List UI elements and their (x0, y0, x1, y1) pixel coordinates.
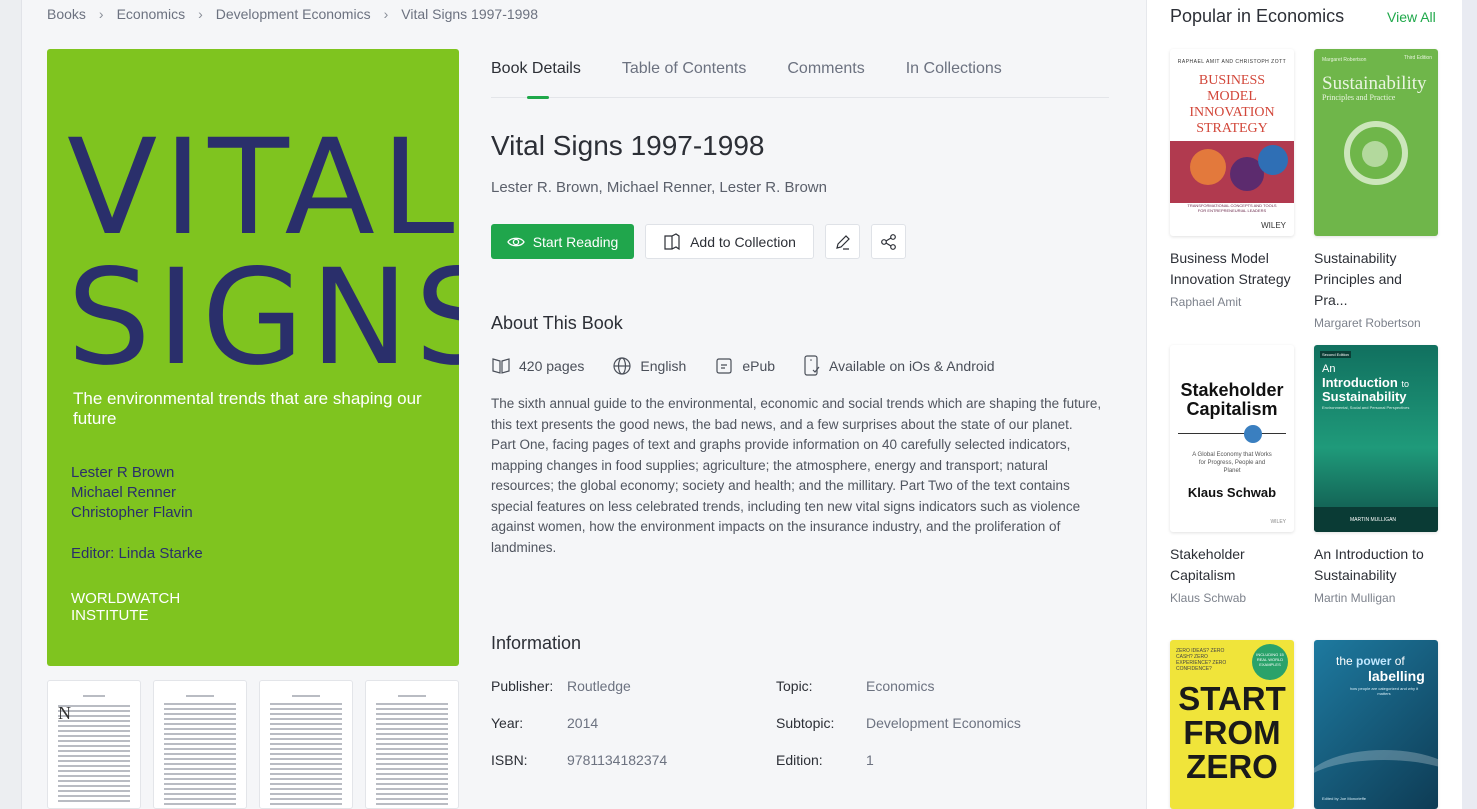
popular-sidebar: Popular in Economics View All RAPHAEL AM… (1146, 0, 1462, 809)
popular-book-title[interactable]: Business Model Innovation Strategy (1170, 248, 1294, 290)
view-all-link[interactable]: View All (1387, 9, 1436, 25)
meta-language: English (612, 356, 686, 376)
start-reading-label: Start Reading (532, 233, 619, 250)
main-content: Books › Economics › Development Economic… (22, 0, 1146, 809)
information-heading: Information (491, 633, 582, 653)
popular-book-intro-sustainability[interactable]: Second Edition An Introduction to Sustai… (1314, 345, 1438, 605)
book-authors: Lester R. Brown, Michael Renner, Lester … (491, 179, 827, 196)
book-actions: Start Reading Add to Collection (491, 224, 906, 259)
breadcrumb-development-economics[interactable]: Development Economics (216, 6, 371, 22)
popular-book-cover[interactable]: Stakeholder Capitalism A Global Economy … (1170, 345, 1294, 532)
edit-button[interactable] (825, 224, 860, 259)
popular-book-title[interactable]: An Introduction to Sustainability (1314, 544, 1438, 586)
meta-pages: 420 pages (491, 357, 584, 375)
tab-comments[interactable]: Comments (787, 60, 864, 98)
open-book-icon (492, 358, 510, 374)
chevron-right-icon: › (98, 6, 104, 22)
meta-availability: Available on iOs & Android (803, 355, 995, 377)
page-thumbnail[interactable] (365, 680, 459, 809)
book-title: Vital Signs 1997-1998 (491, 130, 765, 161)
page-thumbnails: N (47, 680, 459, 809)
popular-book-author: Margaret Robertson (1314, 316, 1421, 330)
meta-format: ePub (714, 356, 775, 376)
share-button[interactable] (871, 224, 906, 259)
popular-book-start-from-zero[interactable]: ZERO IDEAS? ZERO CASH? ZERO EXPERIENCE? … (1170, 640, 1294, 809)
breadcrumb-current: Vital Signs 1997-1998 (401, 6, 538, 22)
breadcrumb-economics[interactable]: Economics (117, 6, 185, 22)
breadcrumb: Books › Economics › Development Economic… (47, 6, 538, 22)
eye-icon (506, 237, 525, 246)
info-topic: Topic: Economics (776, 678, 935, 694)
popular-book-sustainability[interactable]: Margaret Robertson Third Edition Sustain… (1314, 49, 1438, 330)
chevron-right-icon: › (383, 6, 389, 22)
book-meta: 420 pages English ePub Available on iOs … (491, 355, 1023, 377)
popular-heading: Popular in Economics (1170, 6, 1345, 26)
popular-book-business-model[interactable]: RAPHAEL AMIT AND CHRISTOPH ZOTT BUSINESS… (1170, 49, 1294, 309)
info-subtopic: Subtopic: Development Economics (776, 715, 1021, 731)
cover-editor: Editor: Linda Starke (71, 545, 203, 562)
info-edition: Edition: 1 (776, 752, 874, 768)
book-collection-icon (664, 232, 680, 250)
popular-book-author: Klaus Schwab (1170, 591, 1247, 605)
chevron-right-icon: › (198, 6, 203, 22)
window-right-edge (1462, 0, 1477, 809)
breadcrumb-books[interactable]: Books (47, 6, 86, 22)
tab-book-details[interactable]: Book Details (491, 60, 581, 99)
globe-icon (613, 357, 632, 375)
tab-table-of-contents[interactable]: Table of Contents (622, 60, 747, 98)
popular-book-title[interactable]: Sustainability Principles and Pra... (1314, 248, 1438, 311)
popular-book-cover[interactable]: RAPHAEL AMIT AND CHRISTOPH ZOTT BUSINESS… (1170, 49, 1294, 236)
popular-book-cover[interactable]: Margaret Robertson Third Edition Sustain… (1314, 49, 1438, 236)
info-isbn: ISBN: 9781134182374 (491, 752, 668, 768)
window-left-edge (0, 0, 22, 809)
book-description: The sixth annual guide to the environmen… (491, 396, 1102, 555)
share-icon (880, 233, 896, 250)
thumb-dropcap: N (58, 703, 71, 723)
popular-book-cover[interactable]: Second Edition An Introduction to Sustai… (1314, 345, 1438, 532)
about-heading: About This Book (491, 313, 623, 333)
popular-book-title[interactable]: Stakeholder Capitalism (1170, 544, 1294, 586)
popular-book-author: Martin Mulligan (1314, 591, 1396, 605)
add-to-collection-button[interactable]: Add to Collection (645, 224, 814, 259)
book-tabs: Book Details Table of Contents Comments … (491, 60, 1109, 99)
add-to-collection-label: Add to Collection (690, 233, 796, 250)
cover-subtitle: The environmental trends that are shapin… (73, 389, 422, 428)
cover-authors: Lester R Brown Michael Renner Christophe… (71, 464, 193, 521)
popular-book-power-of-labelling[interactable]: the power of labelling how people are ca… (1314, 640, 1438, 809)
start-reading-button[interactable]: Start Reading (491, 224, 634, 259)
cover-publisher-logo: WORLDWATCH INSTITUTE (71, 590, 181, 624)
book-cover[interactable]: VITAL SIGNS The environmental trends tha… (47, 49, 459, 666)
page-thumbnail[interactable] (259, 680, 353, 809)
popular-book-author: Raphael Amit (1170, 295, 1242, 309)
info-year: Year: 2014 (491, 715, 599, 731)
page-thumbnail[interactable]: N (47, 680, 141, 809)
popular-book-cover[interactable]: ZERO IDEAS? ZERO CASH? ZERO EXPERIENCE? … (1170, 640, 1294, 809)
page-thumbnail[interactable] (153, 680, 247, 809)
mobile-device-icon (804, 355, 820, 376)
popular-book-cover[interactable]: the power of labelling how people are ca… (1314, 640, 1438, 809)
tab-in-collections[interactable]: In Collections (906, 60, 1002, 98)
pencil-icon (835, 234, 850, 250)
info-publisher: Publisher: Routledge (491, 678, 631, 694)
file-format-icon (716, 358, 732, 374)
popular-book-stakeholder-capitalism[interactable]: Stakeholder Capitalism A Global Economy … (1170, 345, 1294, 605)
cover-title: VITAL SIGNS (67, 111, 459, 395)
